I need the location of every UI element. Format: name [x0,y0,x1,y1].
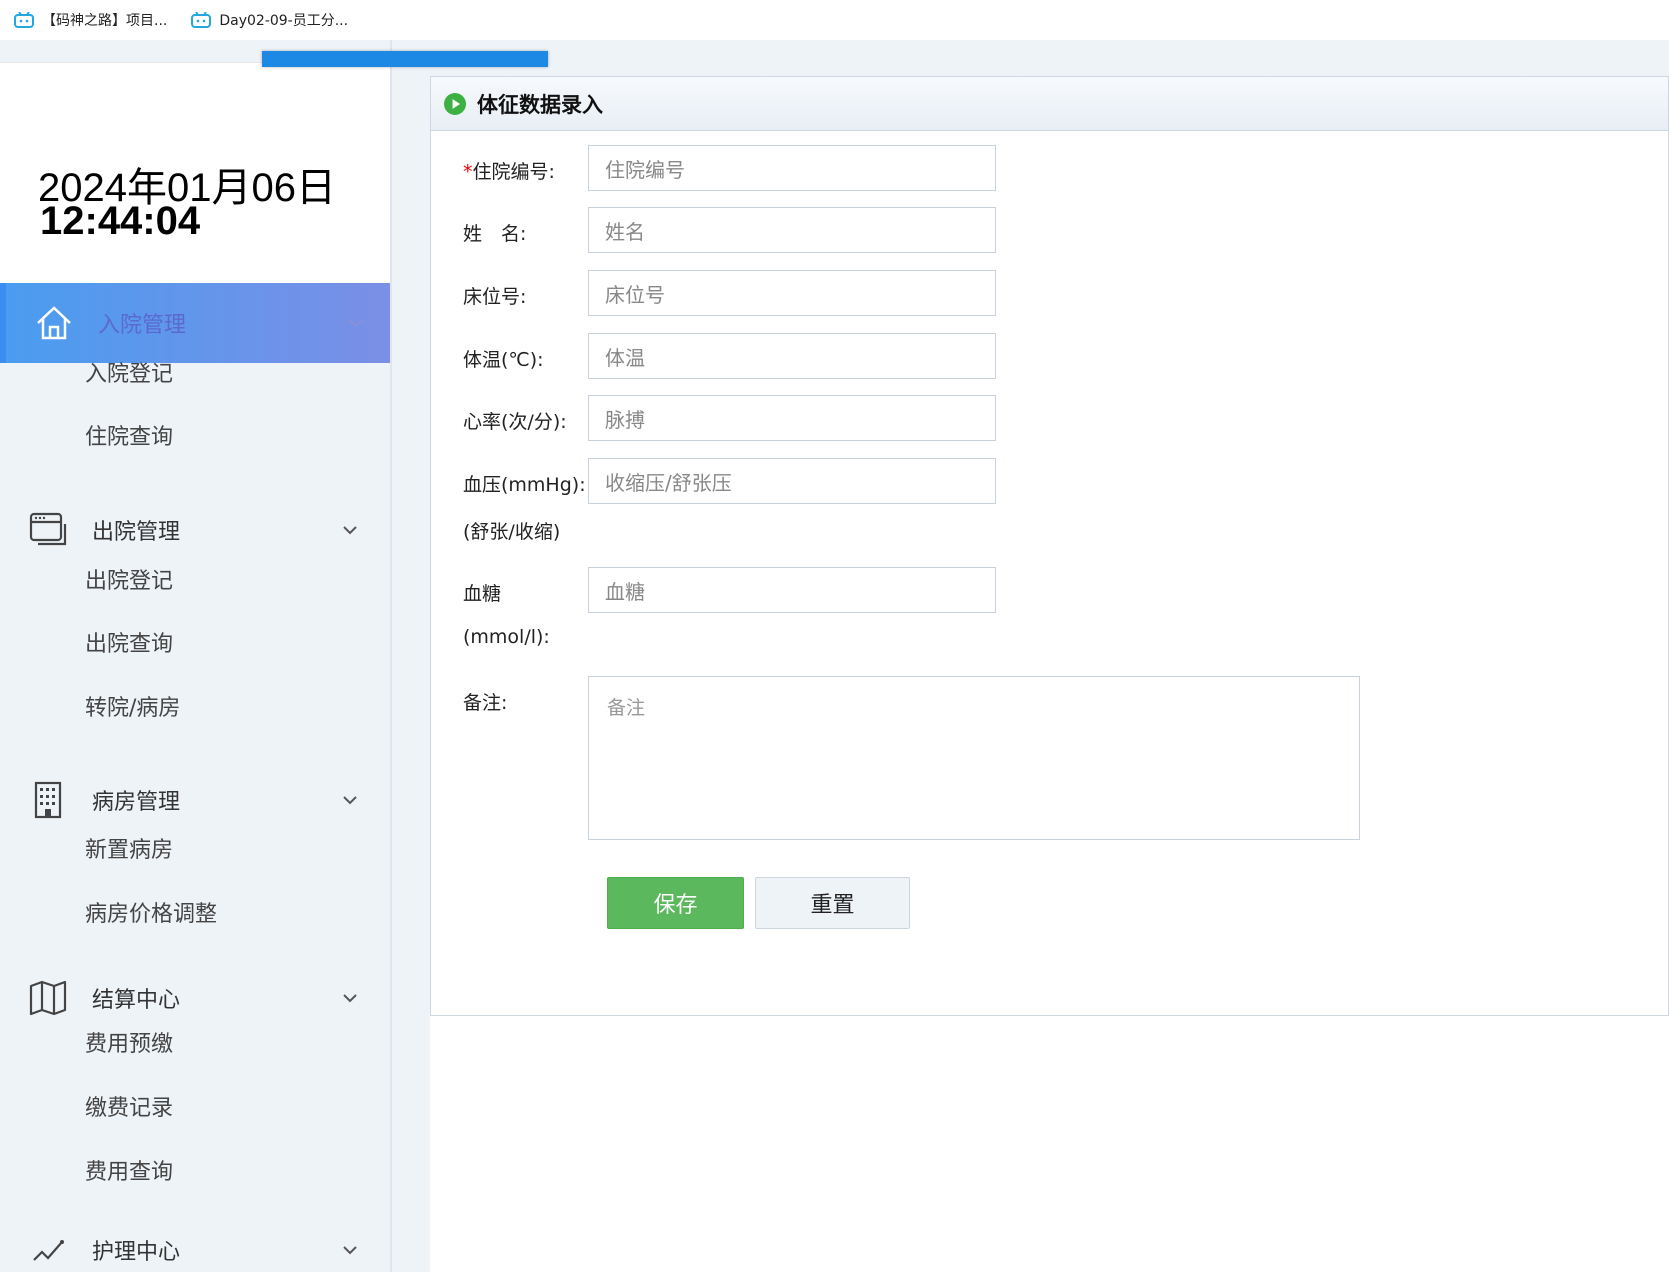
menu-group-admission[interactable]: 入院管理 [0,283,390,363]
nursing-icon [33,1240,64,1261]
chevron-down-icon [343,796,357,805]
blood-sugar-label: 血糖 [463,583,502,605]
sidebar-item-payment-record[interactable]: 缴费记录 [85,1090,173,1122]
heart-rate-input[interactable]: 脉搏 [588,395,996,441]
hospital-no-label-text: 住院编号: [472,161,555,183]
window-stack-icon [29,512,67,546]
sidebar-item-fee-query[interactable]: 费用查询 [85,1154,173,1186]
bookmark-1[interactable]: 【码神之路】项目... [14,10,167,30]
temperature-input[interactable]: 体温 [588,333,996,379]
bookmarks-bar: 【码神之路】项目... Day02-09-员工分... [0,0,1669,40]
blood-pressure-label: 血压(mmHg): [463,474,586,496]
temperature-label: 体温(℃): [463,349,544,371]
clock-time: 12:44:04 [40,199,201,243]
menu-group-label: 结算中心 [92,988,181,1013]
name-label: 姓 名: [463,223,527,245]
menu-group-label: 出院管理 [92,520,181,545]
chevron-down-icon [343,1246,357,1255]
home-icon [37,306,71,340]
map-icon [29,980,67,1016]
chevron-down-icon [343,526,357,535]
menu-group-discharge[interactable]: 出院管理 [0,490,390,570]
sidebar: 2024年01月06日 12:44:04 入院管理 入院登记 住院查询 出院管理… [0,40,392,1272]
sidebar-item-admission-register[interactable]: 入院登记 [85,356,173,388]
chevron-down-icon [349,319,363,328]
reset-button[interactable]: 重置 [755,877,910,929]
blank-area [430,1016,1669,1272]
heart-rate-label: 心率(次/分): [463,411,567,433]
bookmark-1-label: 【码神之路】项目... [42,13,168,29]
menu-group-label: 入院管理 [98,313,187,338]
save-button[interactable]: 保存 [607,877,744,929]
menu-group-label: 病房管理 [92,790,181,815]
building-icon [34,781,62,819]
bookmark-2-label: Day02-09-员工分... [219,13,349,29]
sidebar-item-prepay[interactable]: 费用预缴 [85,1026,173,1058]
hospital-no-input[interactable]: 住院编号 [588,145,996,191]
hospital-no-label: *住院编号: [463,157,555,184]
blood-sugar-input[interactable]: 血糖 [588,567,996,613]
sidebar-item-inpatient-query[interactable]: 住院查询 [85,419,173,451]
sidebar-item-discharge-register[interactable]: 出院登记 [85,563,173,595]
bed-no-label: 床位号: [463,286,527,308]
bed-no-input[interactable]: 床位号 [588,270,996,316]
blood-pressure-label-sub: (舒张/收缩) [463,521,561,543]
sidebar-item-new-ward[interactable]: 新置病房 [85,832,173,864]
loading-progress-bar [262,51,548,67]
sidebar-item-transfer[interactable]: 转院/病房 [85,690,180,722]
remarks-textarea[interactable]: 备注 [588,676,1360,840]
blood-pressure-input[interactable]: 收缩压/舒张压 [588,458,996,504]
bilibili-icon [191,12,212,28]
panel-header: 体征数据录入 [431,77,1668,131]
blood-sugar-label-sub: (mmol/l): [463,626,550,648]
clock-panel: 2024年01月06日 12:44:04 [0,62,390,296]
sidebar-item-ward-price[interactable]: 病房价格调整 [85,896,217,928]
play-circle-icon [444,92,466,115]
required-mark: * [463,161,473,183]
panel-title: 体征数据录入 [477,92,603,117]
menu-group-label: 护理中心 [92,1240,181,1265]
name-input[interactable]: 姓名 [588,207,996,253]
bookmark-2[interactable]: Day02-09-员工分... [191,10,348,30]
menu-group-nursing[interactable]: 护理中心 [0,1210,390,1272]
chevron-down-icon [343,994,357,1003]
remarks-label: 备注: [463,692,508,714]
sidebar-item-discharge-query[interactable]: 出院查询 [85,626,173,658]
menu-group-settlement[interactable]: 结算中心 [0,958,390,1038]
menu-group-ward[interactable]: 病房管理 [0,760,390,840]
bilibili-icon [14,12,34,28]
